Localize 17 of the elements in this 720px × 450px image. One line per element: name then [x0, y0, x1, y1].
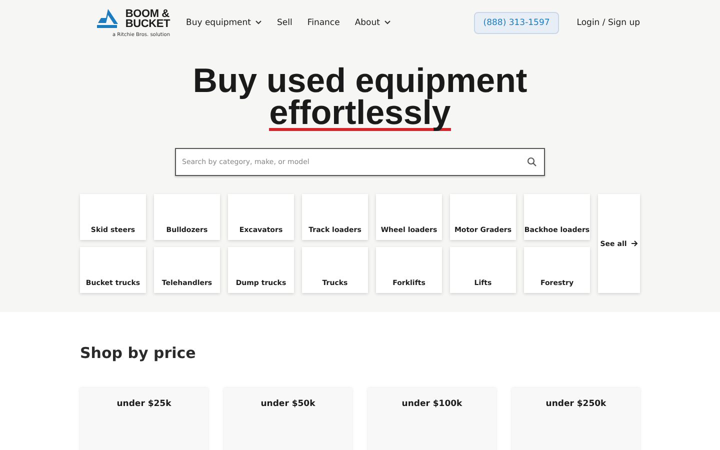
logo-text: BUCKET: [125, 18, 170, 28]
nav-link[interactable]: Buy equipment: [186, 18, 262, 28]
price-card[interactable]: under $250k: [512, 388, 640, 450]
nav-link[interactable]: About: [354, 18, 391, 28]
section-title: Shop by price: [80, 344, 197, 362]
price-card[interactable]: under $25k: [80, 388, 208, 450]
phone-button[interactable]: (888) 313-1597: [474, 12, 559, 34]
price-card[interactable]: under $100k: [368, 388, 496, 450]
search-icon[interactable]: [527, 157, 537, 167]
arrow-right-icon: [630, 240, 638, 247]
logo-text: BOOM &: [125, 8, 170, 18]
nav-link[interactable]: Sell: [276, 18, 292, 28]
hero-title: effortlessly: [269, 98, 451, 131]
nav-link[interactable]: Finance: [307, 18, 340, 28]
hero-title: Buy used equipment: [192, 65, 528, 97]
price-card[interactable]: under $50k: [224, 388, 352, 450]
login-link[interactable]: Login / Sign up: [576, 18, 640, 28]
